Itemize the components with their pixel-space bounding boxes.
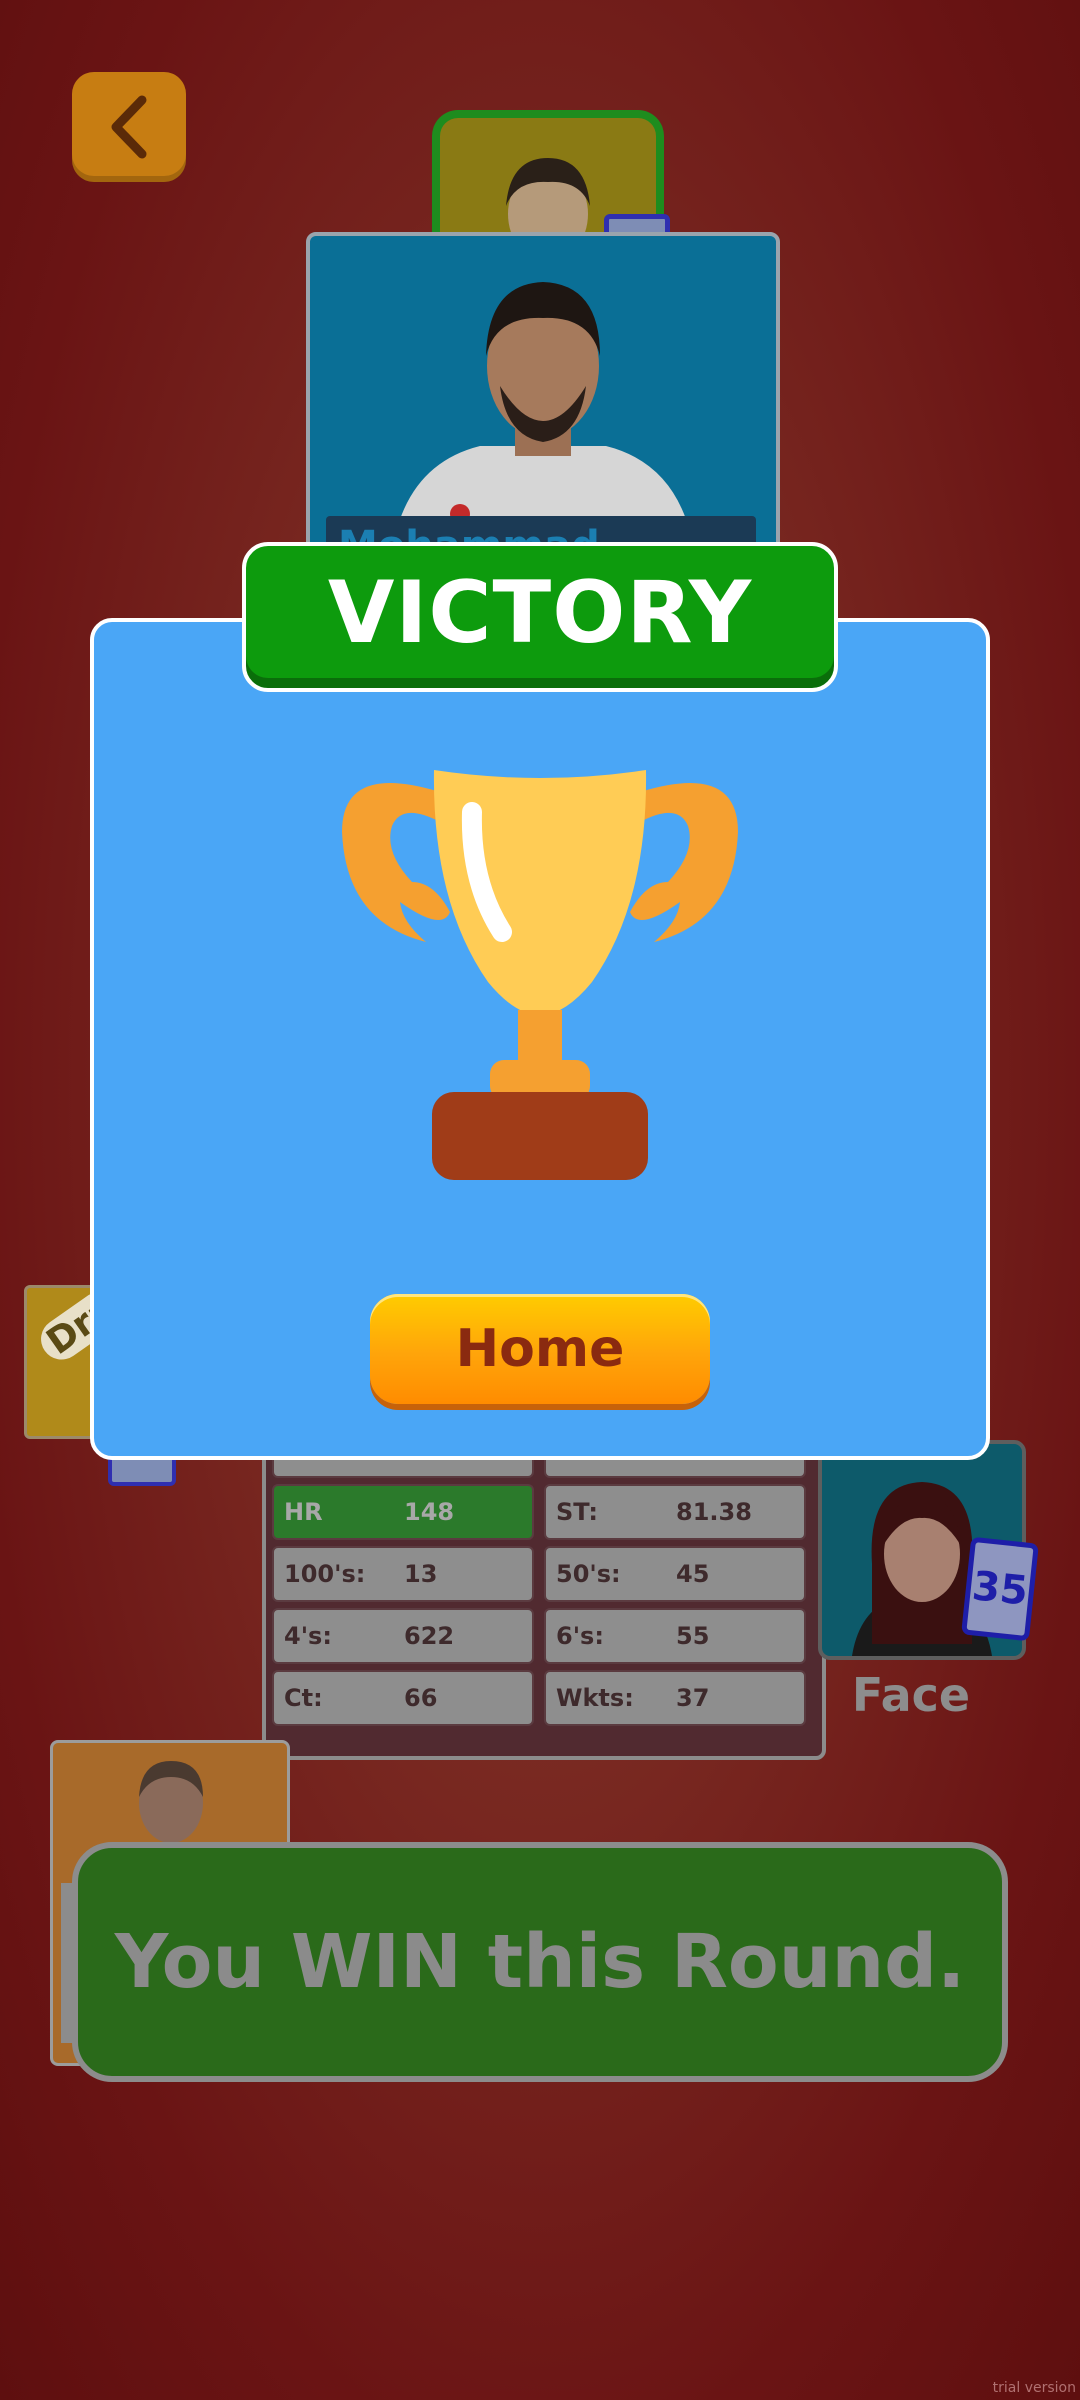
- stat-key: HR: [284, 1498, 323, 1526]
- face-card-number: 35: [961, 1536, 1039, 1642]
- stat-value: 13: [404, 1560, 438, 1588]
- stat-value: 148: [404, 1498, 455, 1526]
- stat-value: 622: [404, 1622, 455, 1650]
- stat-cell[interactable]: 50's: 45: [544, 1546, 806, 1602]
- stat-key: 4's:: [284, 1622, 332, 1650]
- stat-value: 37: [676, 1684, 710, 1712]
- round-result-banner: You WIN this Round.: [72, 1842, 1008, 2082]
- stat-key: 6's:: [556, 1622, 604, 1650]
- stat-cell[interactable]: Wkts: 37: [544, 1670, 806, 1726]
- chevron-left-icon: [111, 95, 147, 159]
- home-button[interactable]: Home: [370, 1294, 710, 1404]
- stat-cell[interactable]: HR 148: [272, 1484, 534, 1540]
- victory-title: VICTORY: [242, 542, 838, 692]
- trophy-icon: [342, 770, 738, 1180]
- trial-watermark: trial version: [992, 2380, 1076, 2396]
- stat-key: 100's:: [284, 1560, 366, 1588]
- stat-value: 45: [676, 1560, 710, 1588]
- stat-cell[interactable]: ST: 81.38: [544, 1484, 806, 1540]
- stat-value: 55: [676, 1622, 710, 1650]
- stats-table: Mats:165Runs:6810HR148ST:81.38100's:1350…: [262, 1422, 826, 1760]
- stat-key: Ct:: [284, 1684, 323, 1712]
- stat-cell[interactable]: Ct: 66: [272, 1670, 534, 1726]
- stat-cell[interactable]: 100's: 13: [272, 1546, 534, 1602]
- stat-key: Wkts:: [556, 1684, 634, 1712]
- stat-value: 66: [404, 1684, 438, 1712]
- face-label: Face: [851, 1668, 971, 1722]
- stat-key: 50's:: [556, 1560, 621, 1588]
- stat-key: ST:: [556, 1498, 598, 1526]
- stat-cell[interactable]: 6's: 55: [544, 1608, 806, 1664]
- back-button[interactable]: [72, 72, 186, 182]
- stat-cell[interactable]: 4's: 622: [272, 1608, 534, 1664]
- stat-value: 81.38: [676, 1498, 752, 1526]
